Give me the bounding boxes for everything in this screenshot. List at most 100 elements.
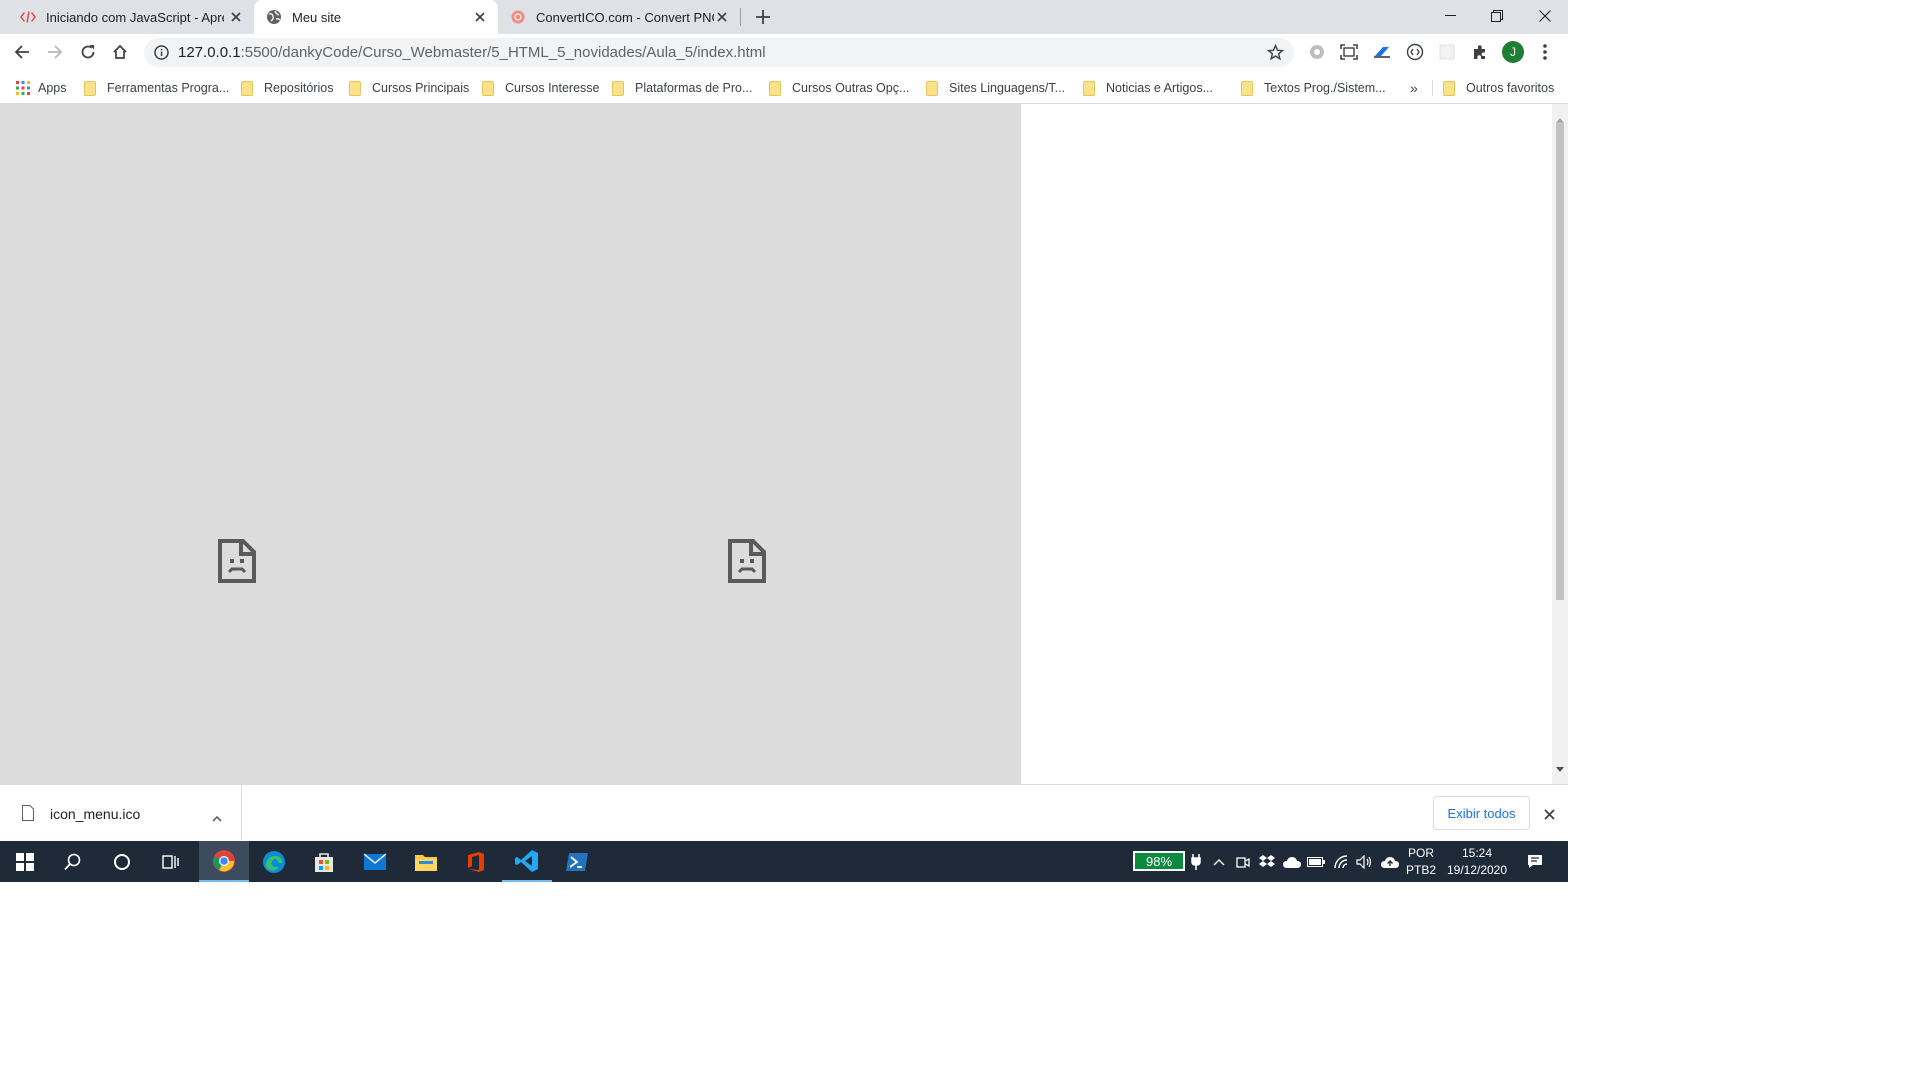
bookmark-folder[interactable]: Cursos Interesse — [482, 78, 599, 98]
download-file-name: icon_menu.ico — [50, 806, 141, 822]
back-button[interactable] — [8, 38, 36, 66]
show-hidden-icons-chevron[interactable] — [1210, 841, 1228, 882]
vscode-taskbar-icon[interactable] — [502, 841, 552, 882]
bookmark-label: Noticias e Artigos... — [1106, 81, 1213, 95]
edge-taskbar-icon[interactable] — [249, 841, 299, 882]
tab-meu-site[interactable]: Meu site — [254, 0, 498, 34]
minimize-button[interactable] — [1428, 0, 1474, 32]
folder-icon — [1443, 80, 1455, 96]
bookmarks-overflow-button[interactable]: » — [1410, 78, 1418, 98]
file-icon — [22, 805, 34, 826]
bookmark-folder[interactable]: Plataformas de Pro... — [612, 78, 752, 98]
battery-tray-icon[interactable] — [1306, 841, 1326, 882]
file-explorer-taskbar-icon[interactable] — [401, 841, 451, 882]
tab-strip: Iniciando com JavaScript - Apres Meu sit… — [0, 0, 1568, 34]
office-taskbar-icon[interactable] — [451, 841, 501, 882]
folder-icon — [926, 80, 938, 96]
clock[interactable]: 15:24 19/12/2020 — [1442, 841, 1512, 882]
folder-icon — [1241, 80, 1253, 96]
page-viewport — [0, 104, 1568, 784]
bookmark-label: Repositórios — [264, 81, 334, 95]
bookmark-label: Plataformas de Pro... — [635, 81, 753, 95]
powershell-taskbar-icon[interactable] — [552, 841, 602, 882]
bookmark-folder[interactable]: Sites Linguagens/T... — [926, 78, 1065, 98]
show-all-downloads-button[interactable]: Exibir todos — [1433, 796, 1530, 830]
chevron-up-icon[interactable] — [212, 809, 222, 827]
code-bracket-extension-icon[interactable] — [1401, 38, 1429, 66]
volume-icon[interactable] — [1355, 841, 1375, 882]
bookmark-other-favorites[interactable]: Outros favoritos — [1443, 78, 1554, 98]
tab-title: ConvertICO.com - Convert PNG t — [536, 9, 714, 25]
tab-separator — [740, 8, 741, 26]
screen-capture-icon[interactable] — [1335, 38, 1363, 66]
vertical-scrollbar[interactable] — [1552, 104, 1568, 784]
bookmarks-bar: Apps Ferramentas Progra... Repositórios … — [0, 71, 1568, 104]
download-item[interactable]: icon_menu.ico — [0, 785, 242, 842]
battery-indicator[interactable]: 98% — [1133, 851, 1185, 871]
dropbox-icon[interactable] — [1258, 841, 1276, 882]
restore-button[interactable] — [1474, 0, 1520, 32]
bookmark-folder[interactable]: Noticias e Artigos... — [1083, 78, 1213, 98]
store-taskbar-icon[interactable] — [299, 841, 349, 882]
close-window-button[interactable] — [1522, 0, 1568, 32]
bookmark-folder[interactable]: Ferramentas Progra... — [84, 78, 229, 98]
bookmark-star-icon[interactable] — [1266, 43, 1285, 61]
menu-kebab-icon[interactable] — [1531, 38, 1559, 66]
converticō-logo-icon — [510, 9, 526, 25]
bookmark-folder[interactable]: Textos Prog./Sistem... — [1241, 78, 1386, 98]
onedrive-sync-icon[interactable] — [1281, 841, 1303, 882]
bookmark-label: Cursos Principais — [372, 81, 470, 95]
home-button[interactable] — [106, 38, 134, 66]
scrollbar-thumb[interactable] — [1556, 122, 1564, 600]
new-tab-button[interactable] — [749, 3, 777, 31]
bookmark-folder[interactable]: Repositórios — [241, 78, 333, 98]
clock-time: 15:24 — [1461, 845, 1493, 860]
url-host: 127.0.0.1 — [178, 44, 241, 61]
meet-now-icon[interactable] — [1234, 841, 1252, 882]
tab-iniciando-javascript[interactable]: Iniciando com JavaScript - Apres — [8, 0, 254, 34]
folder-icon — [612, 80, 624, 96]
mail-taskbar-icon[interactable] — [350, 841, 400, 882]
bookmark-label: Cursos Interesse — [505, 81, 600, 95]
windows-taskbar: 98% POR PTB2 15:24 19/12/2020 — [0, 841, 1568, 882]
profile-avatar[interactable]: J — [1499, 38, 1527, 66]
forward-button[interactable] — [41, 38, 69, 66]
reload-button[interactable] — [74, 38, 102, 66]
tab-converticō[interactable]: ConvertICO.com - Convert PNG t — [498, 0, 740, 34]
windows-start-icon[interactable] — [0, 841, 50, 882]
globe-icon — [266, 9, 282, 25]
cortana-icon[interactable] — [97, 841, 147, 882]
close-tab-icon[interactable] — [228, 9, 244, 25]
scroll-down-arrow-icon[interactable] — [1556, 760, 1564, 778]
search-icon[interactable] — [48, 841, 98, 882]
folder-icon — [241, 80, 253, 96]
bookmark-label: Outros favoritos — [1466, 81, 1555, 95]
extension-settings-icon[interactable] — [1303, 38, 1331, 66]
bookmark-apps[interactable]: Apps — [16, 78, 67, 98]
notifications-icon[interactable] — [1520, 841, 1550, 882]
power-plug-icon[interactable] — [1188, 841, 1204, 882]
url-text[interactable]: 127.0.0.1:5500/dankyCode/Curso_Webmaster… — [178, 44, 766, 61]
chrome-taskbar-icon[interactable] — [199, 841, 249, 882]
wifi-icon[interactable] — [1332, 841, 1352, 882]
bookmark-label: Ferramentas Progra... — [107, 81, 230, 95]
task-view-icon[interactable] — [146, 841, 196, 882]
info-icon[interactable] — [154, 45, 169, 60]
broken-image-icon — [727, 538, 767, 584]
folder-icon — [84, 80, 96, 96]
close-tab-icon[interactable] — [714, 9, 730, 25]
close-shelf-icon[interactable] — [1544, 807, 1555, 825]
bookmark-folder[interactable]: Cursos Outras Opç... — [769, 78, 909, 98]
bookmark-folder[interactable]: Cursos Principais — [349, 78, 469, 98]
bookmark-label: Cursos Outras Opç... — [792, 81, 910, 95]
code-icon — [20, 9, 36, 25]
close-tab-icon[interactable] — [472, 9, 488, 25]
tab-title: Iniciando com JavaScript - Apres — [46, 9, 224, 25]
language-indicator[interactable]: POR PTB2 — [1403, 841, 1439, 882]
cloud-upload-icon[interactable] — [1379, 841, 1401, 882]
blank-extension-icon[interactable] — [1433, 38, 1461, 66]
address-bar[interactable]: 127.0.0.1:5500/dankyCode/Curso_Webmaster… — [144, 38, 1294, 67]
folder-icon — [1083, 80, 1095, 96]
puzzle-extensions-icon[interactable] — [1466, 38, 1494, 66]
blue-extension-icon[interactable] — [1368, 38, 1396, 66]
